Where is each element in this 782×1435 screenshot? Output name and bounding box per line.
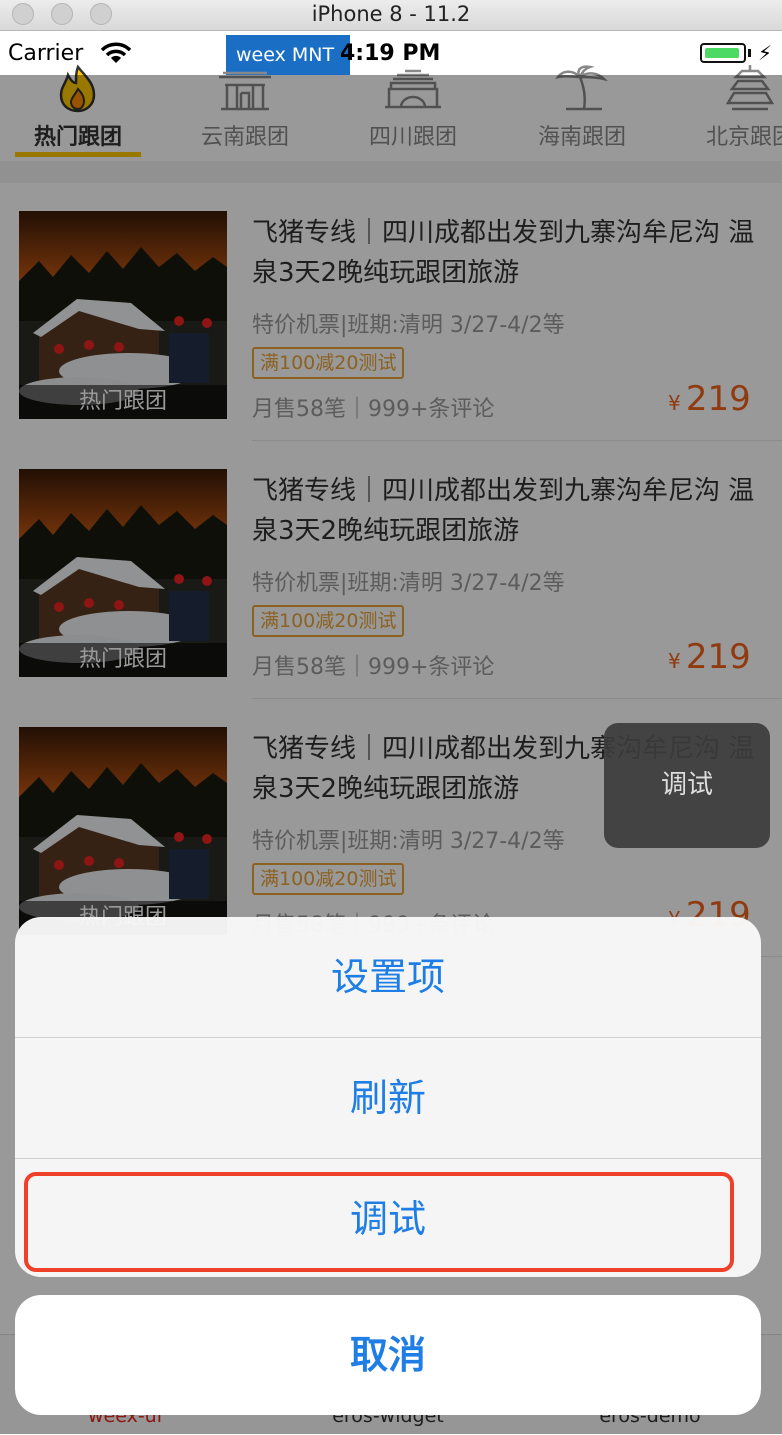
- charging-icon: ⚡: [758, 41, 773, 65]
- wifi-icon: [100, 42, 132, 63]
- simulator-title-bar: iPhone 8 - 11.2: [0, 0, 782, 31]
- battery-icon: [700, 43, 746, 63]
- action-settings-button[interactable]: 设置项: [15, 917, 761, 1037]
- action-refresh-button[interactable]: 刷新: [15, 1038, 761, 1158]
- debug-option-highlight-box: [24, 1172, 734, 1272]
- debug-float-button[interactable]: 调试: [604, 723, 770, 848]
- battery-nub: [748, 49, 751, 57]
- battery-level: [705, 48, 739, 58]
- action-cancel-button[interactable]: 取消: [15, 1295, 761, 1415]
- window-title: iPhone 8 - 11.2: [311, 2, 471, 26]
